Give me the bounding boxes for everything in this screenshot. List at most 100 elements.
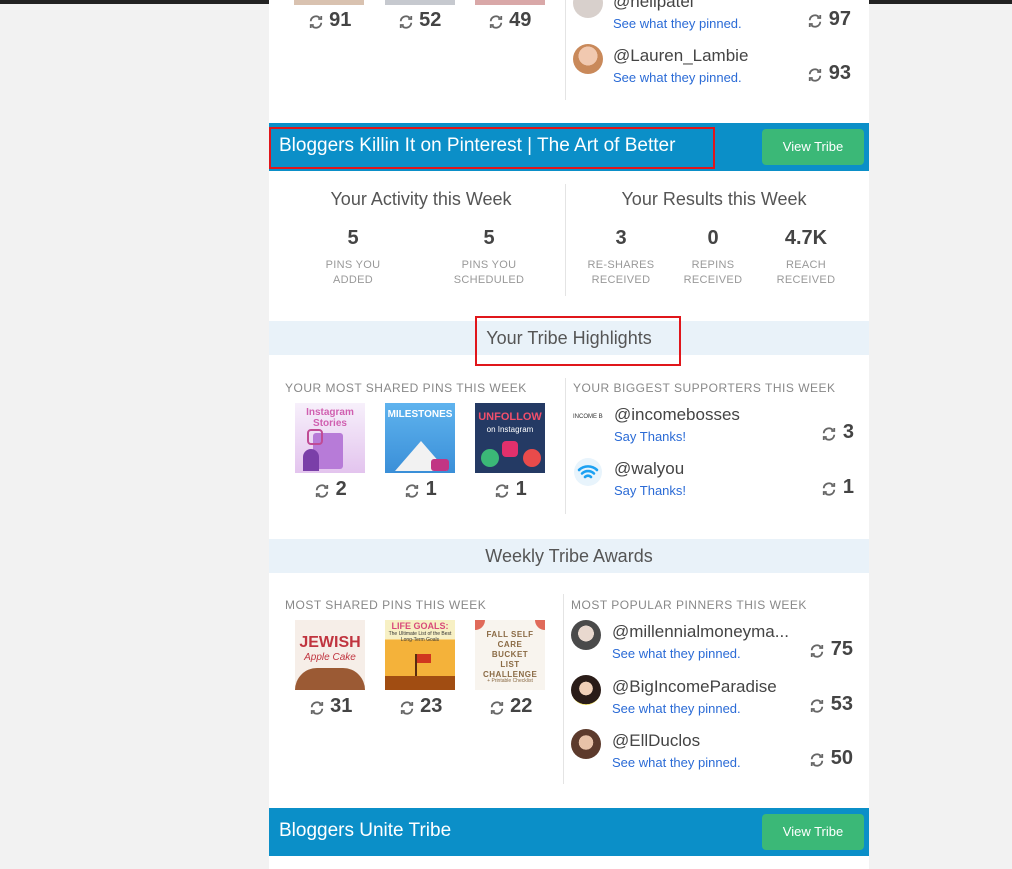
award-pin[interactable]: FALL SELF CARE BUCKET LIST CHALLENGE + P… [465,620,555,718]
avatar [571,620,601,650]
supporter-count: 3 [794,421,854,444]
wifi-logo-icon [573,457,603,487]
pinner-row: @BigIncomeParadise See what they pinned. [612,677,797,716]
share-count: 22 [510,695,533,717]
stat-pins-added: 5 PINS YOU ADDED [325,227,381,286]
column-divider [565,378,566,514]
results-title: Your Results this Week [621,189,807,209]
share-count: 91 [329,9,352,31]
share-count: 1 [425,478,437,500]
share-count: 23 [420,695,443,717]
refresh-icon [316,484,329,498]
award-pins-row: JEWISH Apple Cake 31 LIFE GOALS: The Ult… [285,620,555,718]
biggest-supporters-label: YOUR BIGGEST SUPPORTERS THIS WEEK [573,381,836,395]
share-count: 2 [335,478,347,500]
pin-thumbnail[interactable]: LIFE GOALS: The Ultimate List of the Bes… [385,620,455,690]
annotation-box [475,316,681,366]
pinner-count: 97 [791,8,851,31]
pin-thumbnail[interactable]: FALL SELF CARE BUCKET LIST CHALLENGE + P… [475,620,545,690]
pinner-row: @millennialmoneyma... See what they pinn… [612,622,797,661]
pin-thumbnail[interactable]: MILESTONES [385,403,455,473]
pinner-handle: @BigIncomeParadise [612,677,777,696]
avatar [573,44,603,74]
pin-thumbnail[interactable]: JEWISH Apple Cake [295,620,365,690]
shared-pin[interactable]: UNFOLLOW on Instagram 1 [465,403,555,501]
pinner-count: 53 [793,693,853,716]
see-pinned-link[interactable]: See what they pinned. [612,646,797,661]
column-divider [563,594,564,784]
annotation-box [269,127,715,169]
avatar [573,0,603,18]
say-thanks-link[interactable]: Say Thanks! [614,429,814,444]
see-pinned-link[interactable]: See what they pinned. [612,755,797,770]
refresh-icon [811,644,824,658]
refresh-icon [490,701,503,715]
stat-reshares: 3 RE-SHARES RECEIVED [587,227,655,286]
pinner-row: @EllDuclos See what they pinned. [612,731,797,770]
pinner-count: 75 [793,638,853,661]
refresh-icon [823,427,836,441]
refresh-icon [809,68,822,82]
see-pinned-link[interactable]: See what they pinned. [612,701,797,716]
award-pin[interactable]: LIFE GOALS: The Ultimate List of the Bes… [375,620,465,718]
share-count: 52 [419,9,442,31]
avatar [571,729,601,759]
shared-pins-row: Instagram Stories 2 MILESTONES 1 UNFOLLO… [285,403,555,501]
activity-title: Your Activity this Week [330,189,512,209]
pinner-row: @Lauren_Lambie See what they pinned. [613,46,813,85]
award-pin[interactable]: JEWISH Apple Cake 31 [285,620,375,718]
view-tribe-button[interactable]: View Tribe [762,814,864,850]
refresh-icon [809,14,822,28]
incomebosses-logo: INCOME Bosses [573,414,603,420]
see-pinned-link[interactable]: See what they pinned. [613,16,813,31]
supporter-handle: @walyou [614,459,685,478]
awards-pinners-label: MOST POPULAR PINNERS THIS WEEK [571,598,807,612]
email-digest-panel: 91 52 49 @nellpatel See what they pinned… [269,0,869,869]
pin-thumbnail[interactable]: UNFOLLOW on Instagram [475,403,545,473]
refresh-icon [310,701,323,715]
say-thanks-link[interactable]: Say Thanks! [614,483,814,498]
tribe-title[interactable]: Bloggers Unite Tribe [279,820,451,842]
tribe-header: Bloggers Unite Tribe View Tribe [269,808,869,856]
shared-pin[interactable]: Instagram Stories 2 [285,403,375,501]
refresh-icon [406,484,419,498]
stat-pins-scheduled: 5 PINS YOU SCHEDULED [453,227,525,286]
column-divider [565,0,566,100]
view-tribe-button[interactable]: View Tribe [762,129,864,165]
refresh-icon [811,753,824,767]
shared-pin[interactable]: MILESTONES 1 [375,403,465,501]
tribe-awards-header: Weekly Tribe Awards [269,539,869,573]
stat-reach: 4.7K REACH RECEIVED [776,227,836,286]
refresh-icon [811,699,824,713]
refresh-icon [496,484,509,498]
pinner-handle: @millennialmoneyma... [612,622,789,641]
supporter-row: @walyou Say Thanks! [614,459,814,498]
awards-shared-label: MOST SHARED PINS THIS WEEK [285,598,487,612]
share-count: 31 [330,695,353,717]
previous-pin-counts: 91 52 49 [284,9,554,32]
stat-repins: 0 REPINS RECEIVED [683,227,743,286]
see-pinned-link[interactable]: See what they pinned. [613,70,813,85]
supporter-row: @incomebosses Say Thanks! [614,405,814,444]
pinner-row: @nellpatel See what they pinned. [613,0,813,31]
pinner-handle: @EllDuclos [612,731,701,750]
share-count: 1 [515,478,527,500]
most-shared-label: YOUR MOST SHARED PINS THIS WEEK [285,381,527,395]
pinner-handle: @Lauren_Lambie [613,46,749,65]
pin-thumbnail[interactable]: Instagram Stories [295,403,365,473]
previous-pin-count: 91 [284,9,374,32]
refresh-icon [489,15,502,29]
supporter-handle: @incomebosses [614,405,740,424]
pinner-count: 93 [791,62,851,85]
refresh-icon [309,15,322,29]
previous-pin-count: 52 [374,9,464,32]
refresh-icon [399,15,412,29]
pinner-handle: @nellpatel [613,0,694,11]
refresh-icon [823,482,836,496]
previous-pin-count: 49 [464,9,554,32]
avatar [571,675,601,705]
share-count: 49 [509,9,532,31]
refresh-icon [400,701,413,715]
column-divider [565,184,566,296]
supporter-count: 1 [794,476,854,499]
